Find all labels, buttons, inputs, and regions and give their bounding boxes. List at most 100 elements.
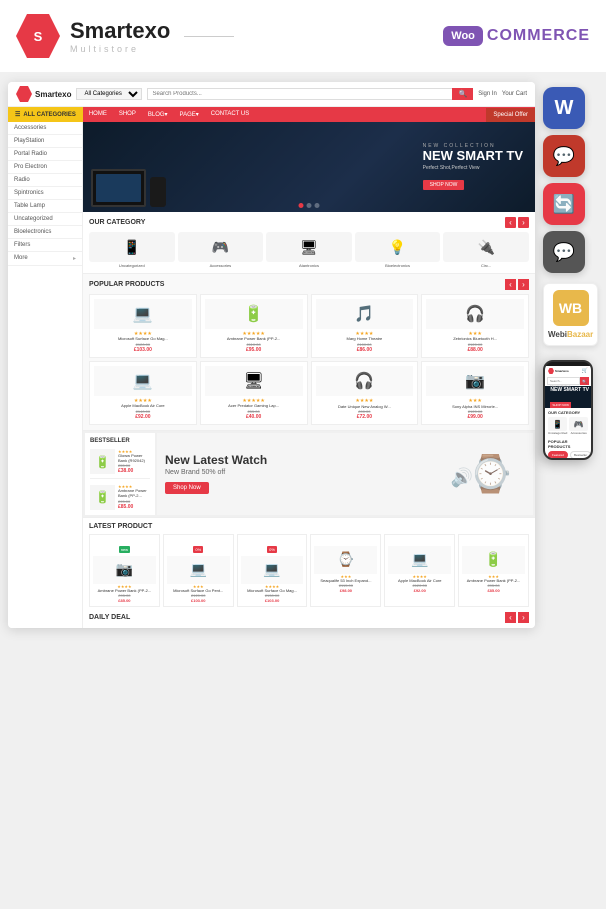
category-next-btn[interactable]: › xyxy=(518,217,529,228)
phone-logo: Smartexo xyxy=(548,368,569,374)
woocommerce-badge: Woo COMMERCE xyxy=(443,26,590,46)
product-sony-img: 📷 xyxy=(426,366,524,396)
bestseller-1-img: 🔋 xyxy=(90,485,115,510)
phone-header: Smartexo 🛒 xyxy=(545,366,591,376)
sidebar-item-bioelectronics[interactable]: Bloelectronics xyxy=(8,226,82,239)
category-accessories[interactable]: 🎮 Accessories xyxy=(178,232,264,268)
tv-screen xyxy=(96,174,141,202)
nav-shop[interactable]: SHOP xyxy=(113,107,142,122)
wp-logo-icon: W xyxy=(555,97,574,120)
category-circuit[interactable]: 🔌 Circ... xyxy=(443,232,529,268)
bestseller-item-1[interactable]: 🔋 ★★★★ Ambrane Power Bank (PP-2... £95.0… xyxy=(90,484,150,510)
sidebar-item-portal-radio[interactable]: Portal Radio xyxy=(8,148,82,161)
sidebar-item-pro-electron[interactable]: Pro Electron xyxy=(8,161,82,174)
latest-5[interactable]: 🔋 ★★★ Ambrane Power Bank (PP-2... £95.00… xyxy=(458,534,529,607)
popular-products-section: POPULAR PRODUCTS ‹ › 💻 ★★★★ Microso xyxy=(83,274,535,431)
daily-deal-prev-btn[interactable]: ‹ xyxy=(505,612,516,623)
latest-3-price: £98.00 xyxy=(314,588,377,593)
popular-prev-btn[interactable]: ‹ xyxy=(505,279,516,290)
nav-contact[interactable]: CONTACT US xyxy=(205,107,255,122)
nav-page[interactable]: PAGE▾ xyxy=(174,107,205,122)
sidebar-item-table-lamp[interactable]: Table Lamp xyxy=(8,200,82,213)
latest-header: LATEST PRODUCT xyxy=(89,523,529,530)
latest-product-section: LATEST PRODUCT new 📷 ★★★★ Ambrane Power … xyxy=(83,517,535,628)
product-2-price: £86.00 xyxy=(316,347,414,353)
product-card-0[interactable]: 💻 ★★★★ Microsoft Surface Go Mag... £120.… xyxy=(89,294,197,358)
category-section-title: OUR CATEGORY xyxy=(89,219,145,226)
all-categories-btn[interactable]: ☰ ALL CATEGORIES xyxy=(8,107,83,122)
sidebar-item-playstation[interactable]: PlayStation xyxy=(8,135,82,148)
category-dropdown[interactable]: All Categories xyxy=(76,88,142,100)
cart-link[interactable]: Your Cart xyxy=(502,91,527,97)
category-atantronics-label: Atantronics xyxy=(266,263,352,268)
chat-icon-btn[interactable]: 💬 xyxy=(543,135,585,177)
product-card-4[interactable]: 💻 ★★★★ Apple MacBook Air Core £140.00 £9… xyxy=(89,361,197,425)
bluetooth-icon: 🔊 xyxy=(451,468,473,489)
phone-tab-bestseller[interactable]: Bestseller xyxy=(570,451,591,458)
special-offer-btn[interactable]: Special Offer xyxy=(486,108,535,122)
webibazaar-label: WebiBazaar xyxy=(548,330,593,339)
sidebar-item-filters[interactable]: Filters xyxy=(8,239,82,252)
product-card-5[interactable]: 🖥 ★★★★★ Acer Predator Gaming Lap... £55.… xyxy=(200,361,308,425)
product-3-price: £88.00 xyxy=(426,347,524,353)
daily-deal-title: DAILY DEAL xyxy=(89,614,130,621)
shop-preview: Smartexo All Categories 🔍 Sign In Your C… xyxy=(8,82,535,628)
product-card-1[interactable]: 🔋 ★★★★★ Ambrane Power Bank (PP-2... £110… xyxy=(200,294,308,358)
product-4-img: 💻 xyxy=(94,366,192,396)
phone-cat-1[interactable]: 🎮 Accessories xyxy=(569,417,588,435)
product-card-headphones[interactable]: 🎧 ★★★★ Date Unique New Analog W... £90.0… xyxy=(311,361,419,425)
latest-2[interactable]: 0% 💻 ★★★★ Microsoft Surface Go Mag... £1… xyxy=(237,534,308,607)
webi-prefix: Webi xyxy=(548,330,567,339)
search-button[interactable]: 🔍 xyxy=(452,88,473,100)
sidebar-item-more[interactable]: More ▸ xyxy=(8,252,82,266)
category-atantronics[interactable]: 🖥 Atantronics xyxy=(266,232,352,268)
hero-shop-now-btn[interactable]: SHOP NOW xyxy=(423,180,465,190)
phone-hero: New Collection NEW SMART TV SHOP NOW xyxy=(545,386,591,408)
latest-watch-banner: New Latest Watch New Brand 50% off Shop … xyxy=(157,433,533,515)
daily-deal-next-btn[interactable]: › xyxy=(518,612,529,623)
woo-label: Woo xyxy=(451,30,475,42)
dot-active xyxy=(299,203,304,208)
product-card-2[interactable]: 🎵 ★★★★ Marg Home Theatre £100.00 £86.00 xyxy=(311,294,419,358)
product-headphones-price: £72.00 xyxy=(316,414,414,420)
watch-shop-now-btn[interactable]: Shop Now xyxy=(165,482,209,494)
bestseller-0-price: £38.00 xyxy=(118,468,150,474)
latest-0[interactable]: new 📷 ★★★★ Ambrane Power Bank (PP-2... £… xyxy=(89,534,160,607)
wordpress-icon-btn[interactable]: W xyxy=(543,87,585,129)
refresh-icon-btn[interactable]: 🔄 xyxy=(543,183,585,225)
dot-2 xyxy=(315,203,320,208)
bestseller-item-0[interactable]: 🔋 ★★★★ Gloww Power Bank (R92042) £55.00 … xyxy=(90,449,150,480)
watch-icon: ⌚ xyxy=(468,453,513,495)
sidebar-item-spintronics[interactable]: Spintronics xyxy=(8,187,82,200)
comment-icon-btn[interactable]: 💬 xyxy=(543,231,585,273)
sidebar-item-radio[interactable]: Radio xyxy=(8,174,82,187)
phone-cart-icon: 🛒 xyxy=(582,368,588,374)
sign-in-link[interactable]: Sign In xyxy=(478,91,497,97)
latest-1[interactable]: 0% 💻 ★★★ Microsoft Surface Go Pent... £1… xyxy=(163,534,234,607)
latest-3[interactable]: ⌚ ★★★ Seaqualife 53 Inch Expand... £115.… xyxy=(310,534,381,607)
category-bioelectronics[interactable]: 💡 Bioelectronics xyxy=(355,232,441,268)
popular-next-btn[interactable]: › xyxy=(518,279,529,290)
nav-home[interactable]: HOME xyxy=(83,107,113,122)
product-card-sony[interactable]: 📷 ★★★ Sony Alpha INS Mirrorle... £120.00… xyxy=(421,361,529,425)
phone-hero-btn[interactable]: SHOP NOW xyxy=(550,402,571,408)
phone-tabs: Featured Bestseller Latest xyxy=(548,451,588,458)
category-accessories-label: Accessories xyxy=(178,263,264,268)
sidebar-item-accessories[interactable]: Accessories xyxy=(8,122,82,135)
category-uncategorized[interactable]: 📱 Uncategorized xyxy=(89,232,175,268)
sidebar-item-uncategorized[interactable]: Uncategorized xyxy=(8,213,82,226)
latest-2-price: £103.00 xyxy=(241,598,304,603)
category-prev-btn[interactable]: ‹ xyxy=(505,217,516,228)
phone-cat-0[interactable]: 📱 Uncategorized xyxy=(548,417,567,435)
popular-row-2: 💻 ★★★★ Apple MacBook Air Core £140.00 £9… xyxy=(89,361,529,425)
product-card-3[interactable]: 🎧 ★★★ Zebrionics Bluetooth H... £120.00 … xyxy=(421,294,529,358)
search-input[interactable] xyxy=(147,88,452,100)
phone-tab-featured[interactable]: Featured xyxy=(548,451,568,458)
product-5-img: 🖥 xyxy=(205,366,303,396)
latest-4[interactable]: 💻 ★★★★ Apple MacBook Air Core £120.00 £9… xyxy=(384,534,455,607)
refresh-icon: 🔄 xyxy=(553,194,575,215)
bestseller-0-img: 🔋 xyxy=(90,449,115,474)
nav-blog[interactable]: BLOG▾ xyxy=(142,107,174,122)
right-panel: W 💬 🔄 💬 WB WebiBazaar xyxy=(543,82,598,628)
hero-title: NEW SMART TV xyxy=(423,149,523,163)
